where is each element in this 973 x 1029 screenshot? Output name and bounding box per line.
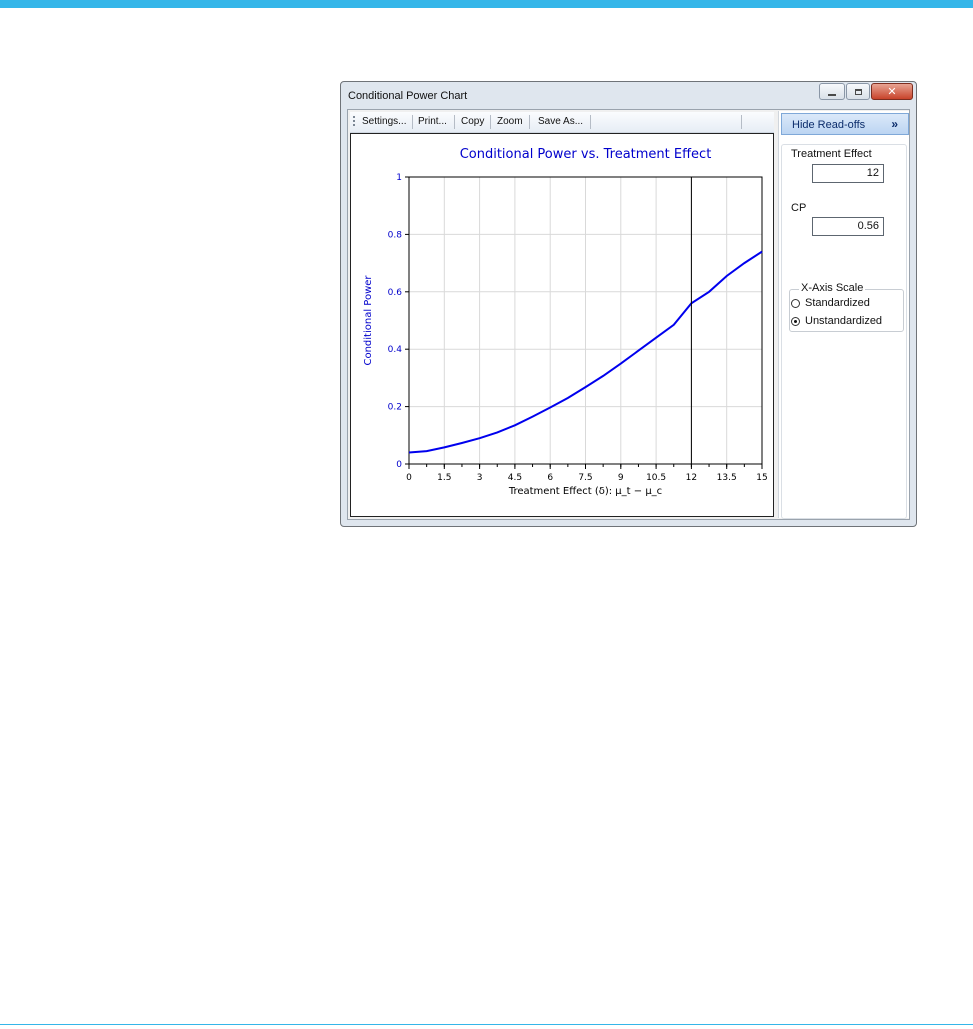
zoom-button[interactable]: Zoom (497, 116, 523, 127)
radio-checked-icon (791, 316, 800, 326)
maximize-button[interactable] (846, 83, 870, 100)
y-tick-label: 1 (396, 173, 402, 183)
maximize-icon (854, 88, 862, 95)
window-client-area: Settings... Print... Copy Zoom Save As..… (347, 109, 910, 520)
toolbar-separator (741, 115, 742, 129)
hide-readoffs-button[interactable]: Hide Read-offs » (781, 113, 909, 135)
standardized-radio[interactable]: Standardized (791, 297, 870, 309)
treatment-effect-field[interactable]: 12 (812, 164, 884, 183)
toolbar-separator (490, 115, 491, 129)
x-tick-label: 12 (686, 473, 697, 483)
unstandardized-radio[interactable]: Unstandardized (791, 315, 882, 327)
x-tick-label: 3 (477, 473, 483, 483)
unstandardized-label: Unstandardized (805, 315, 883, 327)
standardized-label: Standardized (805, 297, 870, 309)
minimize-icon (828, 93, 836, 96)
top-accent-bar (0, 0, 973, 8)
conditional-power-chart[interactable]: Conditional Power vs. Treatment Effect00… (351, 134, 773, 516)
bottom-accent-line (0, 1024, 973, 1025)
y-tick-label: 0.6 (388, 288, 403, 298)
y-tick-label: 0 (396, 460, 402, 470)
x-tick-label: 4.5 (508, 473, 522, 483)
toolbar-separator (529, 115, 530, 129)
x-tick-label: 7.5 (578, 473, 592, 483)
copy-button[interactable]: Copy (461, 116, 484, 127)
y-tick-label: 0.8 (388, 230, 403, 240)
y-tick-label: 0.2 (388, 403, 402, 413)
y-tick-label: 0.4 (388, 345, 403, 355)
readoffs-panel: Hide Read-offs » Treatment Effect 12 CP … (778, 111, 909, 519)
x-tick-label: 1.5 (437, 473, 451, 483)
close-button[interactable]: ✕ (871, 83, 913, 100)
toolbar-separator (454, 115, 455, 129)
toolbar-grip-icon[interactable] (353, 116, 355, 128)
x-tick-label: 9 (618, 473, 624, 483)
x-axis-scale-label: X-Axis Scale (799, 282, 866, 294)
x-tick-label: 0 (406, 473, 412, 483)
cp-field[interactable]: 0.56 (812, 217, 884, 236)
chart-toolbar: Settings... Print... Copy Zoom Save As..… (350, 112, 774, 133)
hide-readoffs-label: Hide Read-offs (792, 119, 866, 131)
minimize-button[interactable] (819, 83, 845, 100)
x-axis-label: Treatment Effect (δ): μ_t − μ_c (508, 486, 662, 497)
readoffs-group: Treatment Effect 12 CP 0.56 X-Axis Scale… (781, 144, 907, 519)
double-chevron-right-icon: » (891, 117, 898, 131)
print-button[interactable]: Print... (418, 116, 447, 127)
x-tick-label: 13.5 (717, 473, 737, 483)
x-tick-label: 15 (756, 473, 767, 483)
y-axis-label: Conditional Power (363, 275, 374, 366)
cp-label: CP (791, 202, 807, 214)
treatment-effect-label: Treatment Effect (791, 148, 872, 160)
x-tick-label: 6 (547, 473, 553, 483)
save-as-button[interactable]: Save As... (538, 116, 583, 127)
window-title: Conditional Power Chart (348, 90, 468, 102)
conditional-power-chart-window: Conditional Power Chart ✕ Settings... Pr… (340, 81, 917, 527)
chart-panel: Conditional Power vs. Treatment Effect 0 0… (350, 133, 774, 517)
toolbar-separator (590, 115, 591, 129)
radio-unchecked-icon (791, 298, 800, 308)
close-icon: ✕ (887, 85, 897, 98)
toolbar-separator (412, 115, 413, 129)
chart-title: Conditional Power vs. Treatment Effect (460, 147, 712, 162)
x-tick-label: 10.5 (646, 473, 666, 483)
settings-button[interactable]: Settings... (362, 116, 406, 127)
x-axis-scale-group: X-Axis Scale Standardized Unstandardized (789, 282, 904, 332)
